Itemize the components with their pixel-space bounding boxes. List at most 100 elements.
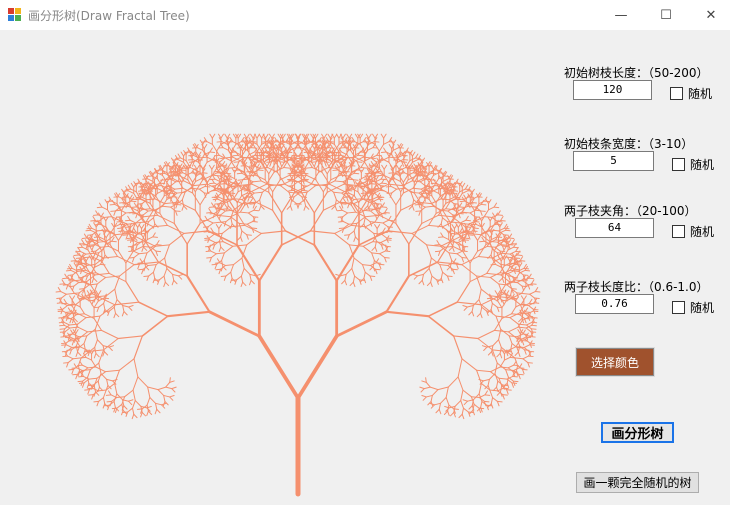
- close-button[interactable]: ✕: [688, 0, 730, 30]
- tree-branch: [361, 264, 372, 266]
- tree-branch: [350, 149, 356, 158]
- tree-branch: [425, 381, 431, 388]
- tree-branch: [453, 335, 463, 360]
- tree-branch: [313, 243, 338, 282]
- draw-tree-button[interactable]: 画分形树: [601, 422, 674, 443]
- tree-branch: [384, 257, 387, 263]
- tree-branch: [247, 212, 254, 218]
- tree-branch: [530, 279, 535, 285]
- tree-branch: [259, 199, 262, 207]
- tree-branch: [462, 399, 469, 402]
- tree-branch: [348, 244, 364, 247]
- tree-branch: [490, 397, 494, 405]
- tree-branch: [240, 275, 244, 283]
- tree-branch: [456, 250, 464, 255]
- branch-length-input[interactable]: 120: [573, 80, 652, 100]
- tree-branch: [104, 369, 120, 373]
- tree-branch: [120, 227, 123, 233]
- tree-branch: [113, 210, 116, 216]
- tree-branch: [133, 253, 140, 259]
- checkbox-box[interactable]: [672, 225, 685, 238]
- tree-branch: [98, 302, 105, 308]
- tree-branch: [236, 275, 242, 281]
- tree-branch: [426, 281, 432, 287]
- tree-branch: [430, 275, 433, 283]
- tree-branch: [215, 224, 220, 230]
- tree-branch: [417, 273, 425, 277]
- minimize-button[interactable]: —: [598, 0, 644, 30]
- branch-angle-random-checkbox[interactable]: 随机: [672, 223, 714, 240]
- tree-branch: [195, 178, 202, 182]
- tree-branch: [103, 302, 106, 310]
- tree-branch: [202, 161, 208, 170]
- tree-branch: [395, 192, 404, 206]
- tree-branch: [152, 232, 156, 238]
- checkbox-box[interactable]: [672, 301, 685, 314]
- checkbox-box[interactable]: [672, 158, 685, 171]
- tree-branch: [372, 241, 382, 243]
- tree-branch: [385, 275, 410, 313]
- tree-branch: [76, 272, 82, 281]
- tree-branch: [246, 220, 254, 225]
- tree-branch: [275, 161, 281, 170]
- tree-branch: [345, 268, 353, 275]
- tree-branch: [440, 271, 444, 279]
- tree-branch: [511, 382, 514, 388]
- tree-branch: [82, 382, 85, 388]
- tree-branch: [440, 396, 447, 404]
- tree-branch: [81, 364, 89, 369]
- draw-random-tree-button[interactable]: 画一颗完全随机的树: [576, 472, 699, 493]
- tree-branch: [454, 400, 462, 407]
- branch-length-random-checkbox[interactable]: 随机: [670, 85, 712, 102]
- tree-branch: [437, 386, 449, 391]
- tree-branch: [87, 369, 91, 378]
- tree-branch: [288, 191, 298, 194]
- tree-branch: [311, 167, 323, 173]
- tree-branch: [457, 376, 464, 391]
- tree-branch: [361, 264, 366, 273]
- tree-branch: [132, 245, 144, 252]
- tree-branch: [439, 264, 444, 273]
- close-icon: ✕: [705, 7, 717, 23]
- tree-branch: [427, 315, 455, 337]
- tree-branch: [481, 222, 485, 228]
- tree-branch: [165, 386, 173, 390]
- tree-branch: [473, 403, 480, 409]
- tree-branch: [424, 205, 434, 208]
- tree-branch: [481, 345, 488, 348]
- tree-branch: [252, 180, 262, 183]
- tree-branch: [395, 222, 410, 245]
- tree-branch: [524, 307, 529, 313]
- choose-color-button[interactable]: 选择颜色: [575, 347, 655, 377]
- tree-branch: [482, 378, 490, 382]
- tree-branch: [152, 223, 156, 229]
- tree-branch: [382, 219, 389, 224]
- tree-branch: [280, 185, 290, 193]
- tree-branch: [257, 334, 300, 400]
- branch-width-input[interactable]: 5: [573, 151, 654, 171]
- tree-branch: [119, 205, 129, 208]
- tree-branch: [510, 288, 513, 296]
- tree-branch: [138, 301, 169, 318]
- tree-branch: [71, 295, 76, 301]
- tree-branch: [240, 281, 244, 288]
- branch-ratio-random-checkbox[interactable]: 随机: [672, 299, 714, 316]
- tree-branch: [459, 227, 463, 233]
- tree-branch: [133, 335, 143, 360]
- maximize-button[interactable]: ☐: [643, 0, 689, 30]
- tree-branch: [342, 220, 350, 225]
- tree-branch: [87, 366, 97, 369]
- tree-branch: [173, 279, 178, 285]
- tree-branch: [146, 236, 154, 241]
- tree-branch: [249, 273, 252, 281]
- tree-branch: [177, 159, 185, 163]
- checkbox-box[interactable]: [670, 87, 683, 100]
- branch-ratio-input[interactable]: 0.76: [575, 294, 654, 314]
- tree-branch: [93, 306, 100, 309]
- tree-branch: [121, 311, 125, 317]
- branch-angle-input[interactable]: 64: [575, 218, 654, 238]
- branch-width-random-checkbox[interactable]: 随机: [672, 156, 714, 173]
- tree-branch: [500, 216, 504, 221]
- tree-branch: [449, 241, 459, 243]
- tree-branch: [286, 205, 291, 210]
